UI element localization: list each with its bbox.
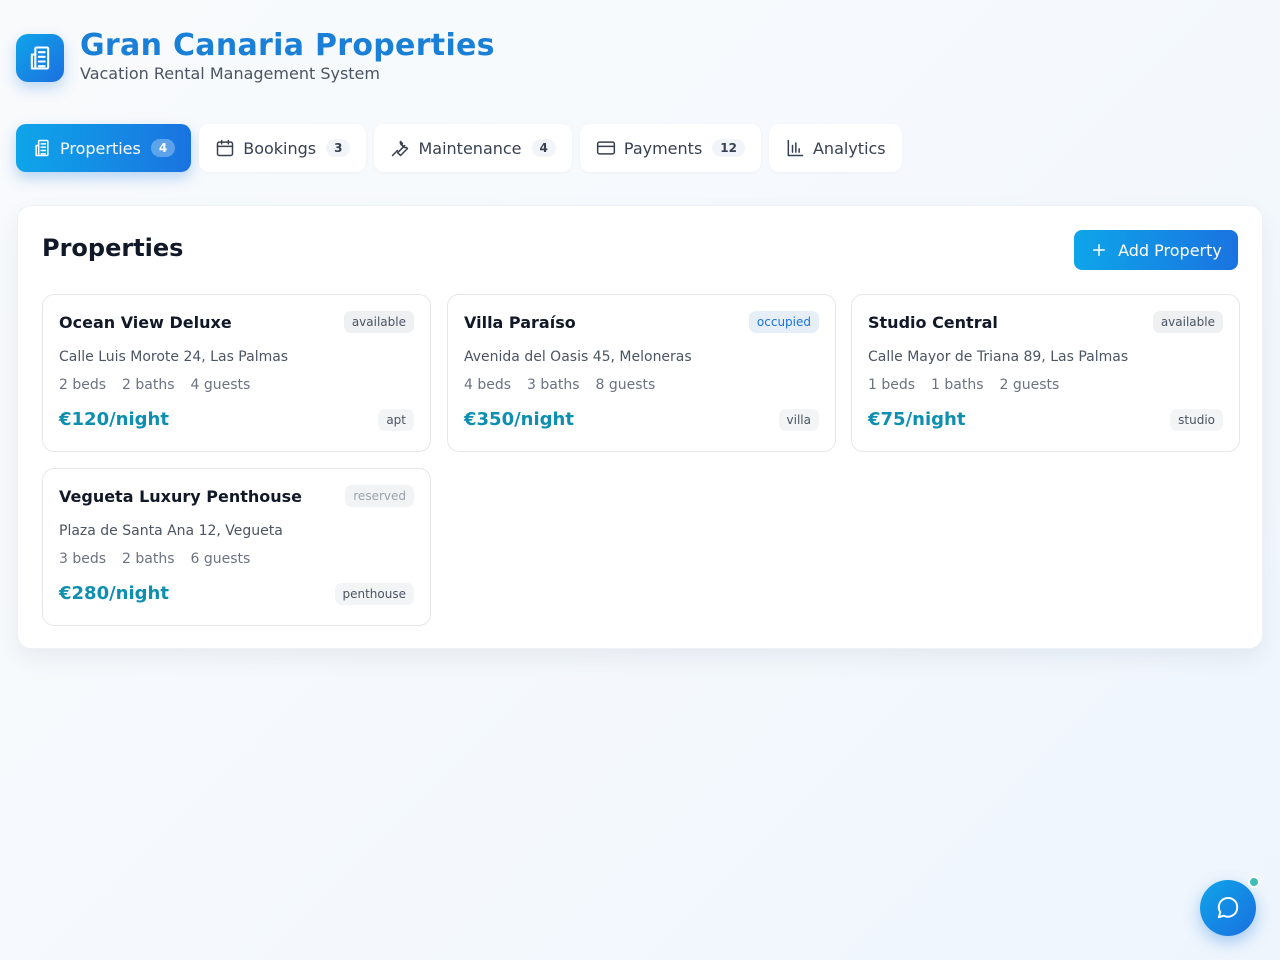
beds-count: 4 beds: [464, 377, 512, 393]
chat-bubble-icon: [1217, 896, 1239, 919]
baths-count: 3 baths: [527, 377, 580, 393]
property-price: €120/night: [59, 409, 169, 430]
property-type-badge: penthouse: [334, 583, 414, 605]
property-name: Ocean View Deluxe: [59, 313, 232, 332]
property-address: Avenida del Oasis 45, Meloneras: [464, 349, 692, 365]
main-tabs: Properties 4 Bookings 3 Maintenance 4 Pa…: [16, 124, 902, 172]
tab-analytics[interactable]: Analytics: [768, 124, 902, 172]
property-card[interactable]: Villa Paraíso occupied Avenida del Oasis…: [447, 294, 836, 452]
calendar-icon: [216, 139, 234, 157]
property-specs: 2 beds 2 baths 4 guests: [59, 377, 250, 393]
tab-label: Bookings: [243, 138, 317, 158]
property-name: Villa Paraíso: [464, 313, 576, 332]
beds-count: 3 beds: [59, 551, 107, 567]
bar-chart-icon: [787, 139, 804, 157]
tab-count-badge: 3: [326, 139, 351, 157]
beds-count: 2 beds: [59, 377, 107, 393]
tab-count-badge: 4: [150, 139, 176, 157]
tab-count-badge: 4: [531, 139, 556, 157]
property-type-badge: apt: [378, 409, 414, 431]
app-title: Gran Canaria Properties: [80, 28, 495, 63]
baths-count: 1 baths: [931, 377, 984, 393]
app-subtitle: Vacation Rental Management System: [80, 64, 380, 83]
property-name: Vegueta Luxury Penthouse: [59, 487, 303, 506]
tab-properties[interactable]: Properties 4: [16, 124, 192, 172]
property-address: Plaza de Santa Ana 12, Vegueta: [59, 523, 283, 539]
guests-count: 8 guests: [595, 377, 656, 393]
status-badge: available: [1152, 311, 1223, 333]
property-price: €350/night: [464, 409, 574, 430]
building-icon: [16, 33, 64, 82]
app-header: Gran Canaria Properties Vacation Rental …: [16, 28, 495, 83]
notification-dot: [1248, 876, 1260, 888]
status-badge: occupied: [748, 311, 819, 333]
property-specs: 3 beds 2 baths 6 guests: [59, 551, 250, 567]
chat-button[interactable]: [1200, 880, 1256, 936]
property-specs: 4 beds 3 baths 8 guests: [464, 377, 655, 393]
property-specs: 1 beds 1 baths 2 guests: [868, 377, 1059, 393]
property-type-badge: villa: [778, 409, 819, 431]
tab-payments[interactable]: Payments 12: [579, 124, 761, 172]
guests-count: 2 guests: [999, 377, 1060, 393]
property-price: €75/night: [868, 409, 966, 430]
status-badge: available: [343, 311, 414, 333]
baths-count: 2 baths: [122, 377, 175, 393]
tab-bookings[interactable]: Bookings 3: [199, 124, 367, 172]
property-card[interactable]: Vegueta Luxury Penthouse reserved Plaza …: [42, 468, 431, 626]
guests-count: 4 guests: [190, 377, 251, 393]
property-type-badge: studio: [1170, 409, 1223, 431]
tab-label: Maintenance: [418, 138, 522, 158]
tab-label: Properties: [60, 138, 141, 158]
tab-label: Analytics: [812, 138, 886, 158]
panel-title: Properties: [42, 234, 184, 262]
credit-card-icon: [596, 141, 615, 155]
property-name: Studio Central: [868, 313, 998, 332]
properties-panel: Properties Add Property Ocean View Delux…: [17, 205, 1263, 649]
property-address: Calle Luis Morote 24, Las Palmas: [59, 349, 289, 365]
property-card[interactable]: Ocean View Deluxe available Calle Luis M…: [42, 294, 431, 452]
add-property-button[interactable]: Add Property: [1074, 230, 1238, 270]
property-card[interactable]: Studio Central available Calle Mayor de …: [851, 294, 1240, 452]
property-price: €280/night: [59, 583, 169, 604]
wrench-icon: [392, 140, 409, 157]
beds-count: 1 beds: [868, 377, 916, 393]
plus-icon: [1093, 244, 1106, 256]
tab-count-badge: 12: [712, 139, 745, 157]
tab-maintenance[interactable]: Maintenance 4: [374, 124, 572, 172]
tab-label: Payments: [623, 138, 703, 158]
building-icon: [35, 139, 49, 157]
guests-count: 6 guests: [190, 551, 251, 567]
status-badge: reserved: [345, 485, 414, 507]
baths-count: 2 baths: [122, 551, 175, 567]
add-property-label: Add Property: [1118, 240, 1222, 260]
property-address: Calle Mayor de Triana 89, Las Palmas: [868, 349, 1129, 365]
